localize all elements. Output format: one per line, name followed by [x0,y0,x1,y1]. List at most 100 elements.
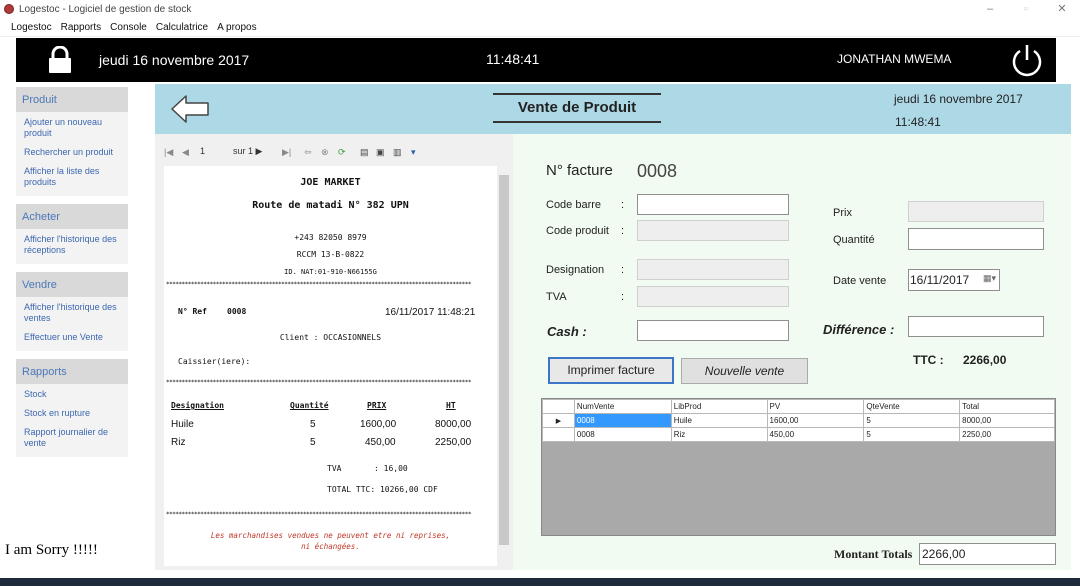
report-page-number[interactable]: 1 [200,146,205,156]
grid-cell[interactable]: 1600,00 [766,413,865,428]
receipt-client: Client : OCCASIONNELS [279,333,382,342]
sidebar-item-rechercher-produit[interactable]: Rechercher un produit [24,147,120,158]
montant-total-field[interactable]: 2266,00 [919,543,1056,565]
sidebar-item-stock[interactable]: Stock [24,389,120,400]
grid-cell[interactable]: 2250,00 [959,427,1055,442]
receipt-col-prix: PRIX [367,401,387,410]
menu-logestoc[interactable]: Logestoc [11,22,52,33]
sales-grid: NumVente LibProd PV QteVente Total ▶ 000… [541,398,1056,536]
sidebar-group-title[interactable]: Produit [16,87,128,112]
menu-apropos[interactable]: A propos [217,22,256,33]
receipt-notice: Les marchandises vendues ne peuvent etre… [210,531,451,540]
lock-icon[interactable] [47,46,73,74]
receipt-rccm: RCCM 13-B-0822 [296,250,365,259]
grid-cell[interactable]: 5 [863,427,961,442]
prix-input[interactable] [908,201,1044,222]
stop-icon[interactable]: ⊗ [321,147,329,158]
page-setup-icon[interactable]: ▥ [393,147,402,158]
menu-console[interactable]: Console [110,22,147,33]
print-icon[interactable]: ▤ [360,147,369,158]
table-row[interactable]: 0008 Riz 450,00 5 2250,00 [542,427,1055,442]
new-sale-button[interactable]: Nouvelle vente [681,358,808,384]
grid-col-libprod[interactable]: LibProd [670,399,768,414]
code-barre-input[interactable] [637,194,789,215]
grid-cell[interactable]: 0008 [573,413,672,428]
ttc-value: 2266,00 [963,353,1007,367]
scrollbar-thumb[interactable] [499,175,509,545]
sidebar-group-rapports: Rapports Stock Stock en rupture Rapport … [16,359,128,457]
prev-page-icon[interactable]: ◀ [182,147,189,158]
export-icon[interactable]: ▾ [411,147,416,158]
designation-input[interactable] [637,259,789,280]
menu-rapports[interactable]: Rapports [61,22,102,33]
top-bar: jeudi 16 novembre 2017 11:48:41 JONATHAN… [16,38,1056,82]
sidebar-item-historique-receptions[interactable]: Afficher l'historique des réceptions [24,234,120,256]
receipt-idnat: ID. NAT:01-910-N66155G [284,268,377,276]
receipt-row-prix: 1600,00 [360,419,397,430]
sidebar-group-title[interactable]: Rapports [16,359,128,384]
power-icon[interactable] [1008,42,1046,80]
montant-total-label: Montant Totals [834,547,913,561]
print-invoice-button[interactable]: Imprimer facture [548,357,674,384]
back-arrow-icon[interactable] [169,93,211,125]
sidebar-group-title[interactable]: Vendre [16,272,128,297]
minimize-icon[interactable]: – [972,0,1008,18]
refresh-icon[interactable]: ⟳ [338,147,346,158]
receipt-separator: ****************************************… [166,281,472,288]
date-vente-picker[interactable]: 16/11/2017 ▦▾ [908,269,1000,291]
grid-cell[interactable]: 5 [863,413,961,428]
menu-calculatrice[interactable]: Calculatrice [156,22,208,33]
receipt-phone: +243 82050 8979 [294,233,367,242]
quantite-input[interactable] [908,228,1044,250]
sidebar-group-produit: Produit Ajouter un nouveau produit Reche… [16,87,128,196]
print-layout-icon[interactable]: ▣ [376,147,385,158]
close-icon[interactable]: ✕ [1044,0,1080,18]
row-header[interactable] [542,427,575,442]
report-scrollbar[interactable] [498,153,510,566]
grid-col-qtevente[interactable]: QteVente [863,399,961,414]
cash-input[interactable] [637,320,789,341]
grid-col-total[interactable]: Total [959,399,1055,414]
receipt-tva: : 16,00 [374,464,408,473]
receipt-col-designation: Designation [171,401,224,410]
grid-col-numvente[interactable]: NumVente [573,399,672,414]
difference-input[interactable] [908,316,1044,337]
maximize-icon[interactable]: ▫ [1008,0,1044,18]
row-selector-icon[interactable]: ▶ [542,413,575,428]
receipt-row-ht: 8000,00 [435,419,472,430]
first-page-icon[interactable]: |◀ [164,147,173,158]
sidebar-item-stock-rupture[interactable]: Stock en rupture [24,408,120,419]
footer-note: I am Sorry !!!!! [5,542,98,558]
calendar-dropdown-icon[interactable]: ▦▾ [983,273,996,284]
code-barre-label: Code barre [546,199,602,211]
topbar-date: jeudi 16 novembre 2017 [99,52,250,68]
tva-label: TVA [546,291,567,303]
receipt-total: TOTAL TTC: 10266,00 CDF [327,485,438,494]
colon: : [621,225,625,237]
grid-cell[interactable]: 450,00 [766,427,865,442]
code-produit-input[interactable] [637,220,789,241]
sidebar-item-ajouter-produit[interactable]: Ajouter un nouveau produit [24,117,120,139]
sidebar-item-liste-produits[interactable]: Afficher la liste des produits [24,166,120,188]
receipt-row-designation: Huile [171,419,194,430]
receipt-datetime: 16/11/2017 11:48:21 [385,307,476,318]
receipt-ref-label: N° Ref [178,307,207,316]
colon: : [621,264,625,276]
report-toolbar: |◀ ◀ 1 sur 1 ▶ ▶| ⇦ ⊗ ⟳ ▤ ▣ ▥ ▾ [164,144,504,162]
designation-label: Designation [546,264,605,276]
receipt-row-ht: 2250,00 [435,437,472,448]
sidebar-item-rapport-journalier[interactable]: Rapport journalier de vente [24,427,120,449]
grid-cell[interactable]: 0008 [573,427,672,442]
grid-cell[interactable]: 8000,00 [959,413,1055,428]
sidebar-item-historique-ventes[interactable]: Afficher l'historique des ventes [24,302,120,324]
topbar-time: 11:48:41 [486,51,540,67]
grid-cell[interactable]: Huile [670,413,768,428]
sidebar-item-effectuer-vente[interactable]: Effectuer une Vente [24,332,120,343]
table-row[interactable]: ▶ 0008 Huile 1600,00 5 8000,00 [542,413,1055,428]
back-nav-icon[interactable]: ⇦ [304,147,312,158]
sidebar-group-title[interactable]: Acheter [16,204,128,229]
grid-col-pv[interactable]: PV [766,399,865,414]
grid-cell[interactable]: Riz [670,427,768,442]
tva-input[interactable] [637,286,789,307]
last-page-icon[interactable]: ▶| [282,147,291,158]
